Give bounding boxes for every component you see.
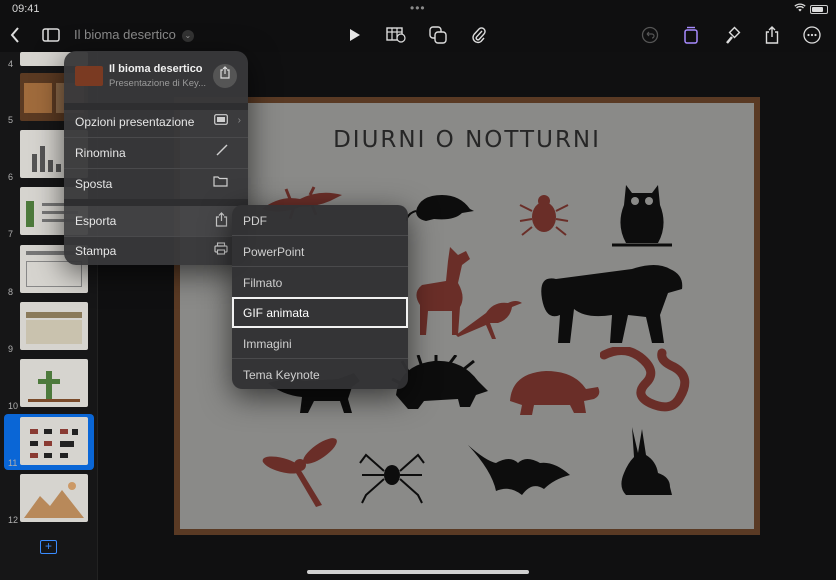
paperclip-icon[interactable]: [466, 22, 492, 48]
menu-header: Il bioma desertico Presentazione di Key.…: [64, 51, 248, 103]
export-icon: [215, 212, 228, 230]
menu-divider: [64, 199, 248, 206]
dragonfly-icon[interactable]: [260, 437, 342, 509]
multitasking-dots[interactable]: •••: [410, 1, 426, 15]
status-bar: 09:41 •••: [0, 0, 836, 18]
status-time: 09:41: [12, 3, 40, 15]
format-icon[interactable]: [678, 22, 704, 48]
add-slide-button[interactable]: +: [40, 540, 57, 554]
document-menu: Il bioma desertico Presentazione di Key.…: [64, 51, 248, 265]
beetle-icon[interactable]: [518, 191, 570, 237]
slide-number: 11: [8, 458, 18, 468]
export-option-label: Tema Keynote: [243, 368, 320, 382]
pencil-icon: [216, 144, 228, 159]
menu-item-label: Opzioni presentazione: [75, 115, 195, 129]
owl-icon[interactable]: [610, 181, 674, 247]
chevron-down-icon: ⌄: [181, 29, 194, 42]
menu-item-label: Sposta: [75, 177, 113, 191]
back-icon[interactable]: [2, 22, 28, 48]
share-icon[interactable]: [759, 22, 785, 48]
home-indicator[interactable]: [307, 570, 529, 574]
slide-thumbnail-10[interactable]: [20, 359, 88, 407]
menu-item-label: Rinomina: [75, 146, 126, 160]
menu-item-label: Esporta: [75, 214, 117, 228]
battery-icon: [810, 5, 828, 14]
undo-icon[interactable]: [637, 22, 663, 48]
shapes-icon[interactable]: [425, 22, 451, 48]
menu-item-presentation-options[interactable]: Opzioni presentazione ›: [64, 107, 248, 137]
export-option-powerpoint[interactable]: PowerPoint: [232, 236, 408, 267]
wifi-icon: [794, 3, 806, 15]
menu-item-label: Stampa: [75, 244, 117, 258]
slide-title[interactable]: DIURNI O NOTTURNI: [180, 127, 754, 153]
menu-item-rename[interactable]: Rinomina: [64, 138, 248, 168]
export-option-images[interactable]: Immagini: [232, 328, 408, 359]
folder-icon: [213, 175, 228, 190]
export-option-keynote-theme[interactable]: Tema Keynote: [232, 359, 408, 389]
share-icon[interactable]: [213, 64, 237, 88]
turtle-icon[interactable]: [502, 365, 602, 417]
slide-thumbnail-9[interactable]: [20, 302, 88, 350]
slide-number: 10: [8, 401, 19, 411]
spider-icon[interactable]: [358, 441, 426, 505]
export-option-label: Filmato: [243, 276, 283, 290]
export-option-label: PowerPoint: [243, 245, 305, 259]
printer-icon: [214, 242, 228, 258]
slide-thumbnail-11[interactable]: [20, 417, 88, 465]
snake-icon[interactable]: [600, 347, 698, 427]
export-option-animated-gif[interactable]: GIF animata: [232, 297, 408, 328]
export-option-pdf[interactable]: PDF: [232, 205, 408, 236]
play-icon[interactable]: [342, 22, 368, 48]
rat-icon[interactable]: [406, 187, 476, 227]
menu-item-export[interactable]: Esporta: [64, 206, 248, 236]
menu-item-print[interactable]: Stampa: [64, 236, 248, 265]
menu-doc-name: Il bioma desertico: [109, 63, 203, 75]
bat-icon[interactable]: [466, 441, 572, 499]
document-thumbnail: [75, 66, 103, 86]
rabbit-icon[interactable]: [612, 425, 680, 497]
slide-number: 4: [8, 59, 14, 69]
slide-number: 6: [8, 172, 14, 182]
brush-icon[interactable]: [719, 22, 745, 48]
export-option-label: GIF animata: [243, 306, 310, 320]
presentation-icon: [214, 113, 228, 128]
tiger-icon[interactable]: [536, 259, 686, 347]
export-option-movie[interactable]: Filmato: [232, 267, 408, 298]
export-option-label: PDF: [243, 214, 267, 228]
chevron-right-icon: ›: [237, 115, 241, 126]
document-title-text: Il bioma desertico: [74, 27, 176, 42]
slide-number: 12: [8, 515, 19, 525]
slide-number: 8: [8, 287, 14, 297]
toolbar: Il bioma desertico ⌄: [0, 18, 836, 52]
menu-doc-subtitle: Presentazione di Key...: [109, 78, 206, 89]
slide-number: 5: [8, 115, 14, 125]
export-submenu: PDF PowerPoint Filmato GIF animata Immag…: [232, 205, 408, 389]
slide-thumbnail-12[interactable]: [20, 474, 88, 522]
table-icon[interactable]: [383, 22, 409, 48]
slide-number: 9: [8, 344, 14, 354]
export-option-label: Immagini: [243, 337, 292, 351]
document-title[interactable]: Il bioma desertico ⌄: [74, 27, 194, 42]
bird-icon[interactable]: [450, 291, 524, 341]
sidebar-icon[interactable]: [38, 22, 64, 48]
menu-item-move[interactable]: Sposta: [64, 169, 248, 199]
slide-number: 7: [8, 229, 14, 239]
more-icon[interactable]: [799, 22, 825, 48]
